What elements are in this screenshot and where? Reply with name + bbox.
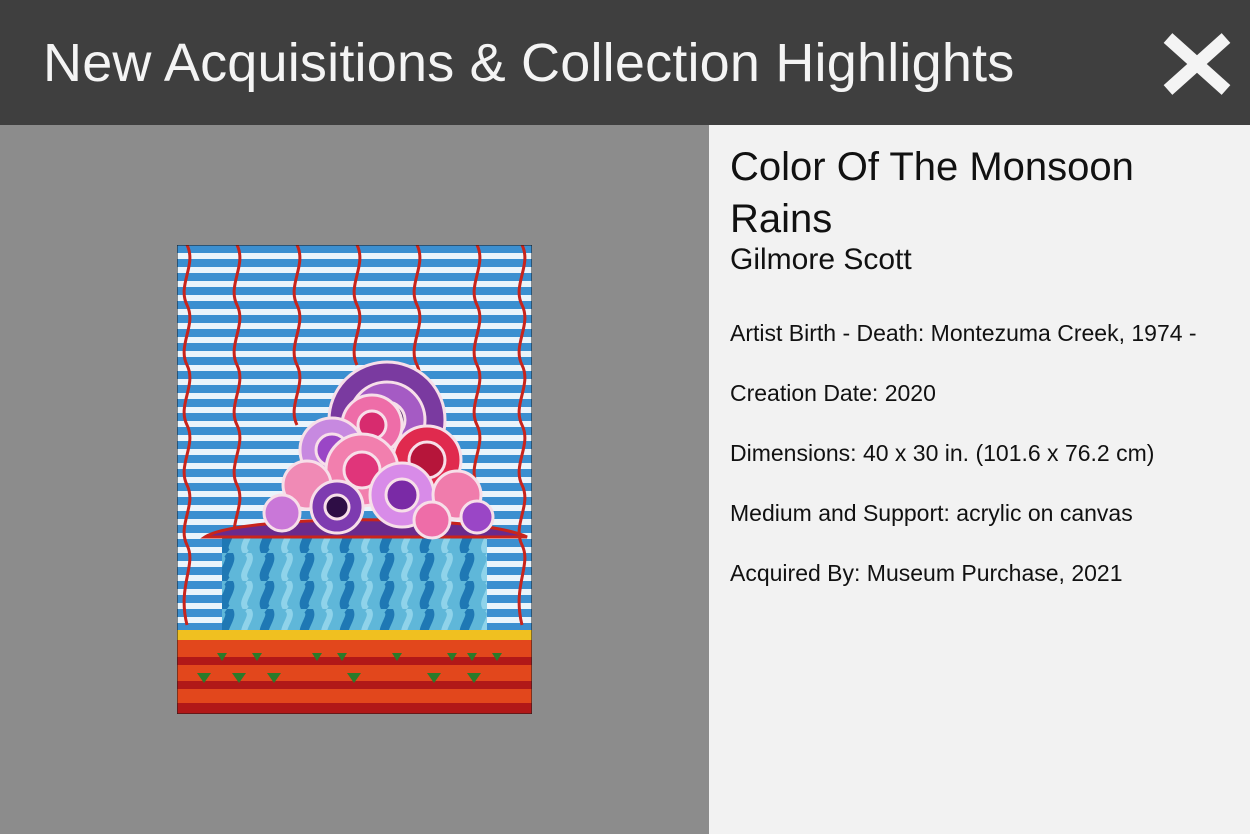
detail-dimensions: Dimensions40 x 30 in. (101.6 x 76.2 cm)	[730, 438, 1154, 468]
detail-label: Creation Date	[730, 380, 885, 406]
artwork-title: Color Of The Monsoon Rains	[730, 145, 1134, 241]
detail-creation-date: Creation Date2020	[730, 378, 936, 408]
detail-medium: Medium and Supportacrylic on canvas	[730, 498, 1133, 528]
detail-label: Medium and Support	[730, 500, 956, 526]
artwork-image[interactable]	[177, 245, 532, 714]
detail-value: acrylic on canvas	[956, 500, 1133, 526]
detail-birth-death: Artist Birth - DeathMontezuma Creek, 197…	[730, 318, 1197, 348]
detail-acquired-by: Acquired ByMuseum Purchase, 2021	[730, 558, 1123, 588]
artwork-info-panel: Color Of The Monsoon Rains Gilmore Scott…	[709, 125, 1250, 834]
detail-label: Dimensions	[730, 440, 863, 466]
page-title: New Acquisitions & Collection Highlights	[43, 33, 1015, 93]
detail-label: Artist Birth - Death	[730, 320, 931, 346]
artwork-viewer	[0, 125, 709, 834]
header-bar: New Acquisitions & Collection Highlights	[0, 0, 1250, 125]
close-x-icon	[1163, 33, 1231, 95]
detail-value: 2020	[884, 380, 936, 406]
artwork-artist: Gilmore Scott	[730, 243, 912, 276]
close-button[interactable]	[1160, 32, 1234, 96]
detail-value: Montezuma Creek, 1974 -	[930, 320, 1197, 346]
detail-value: Museum Purchase, 2021	[866, 560, 1123, 586]
detail-value: 40 x 30 in. (101.6 x 76.2 cm)	[862, 440, 1155, 466]
painting-illustration	[177, 245, 532, 714]
detail-label: Acquired By	[730, 560, 867, 586]
